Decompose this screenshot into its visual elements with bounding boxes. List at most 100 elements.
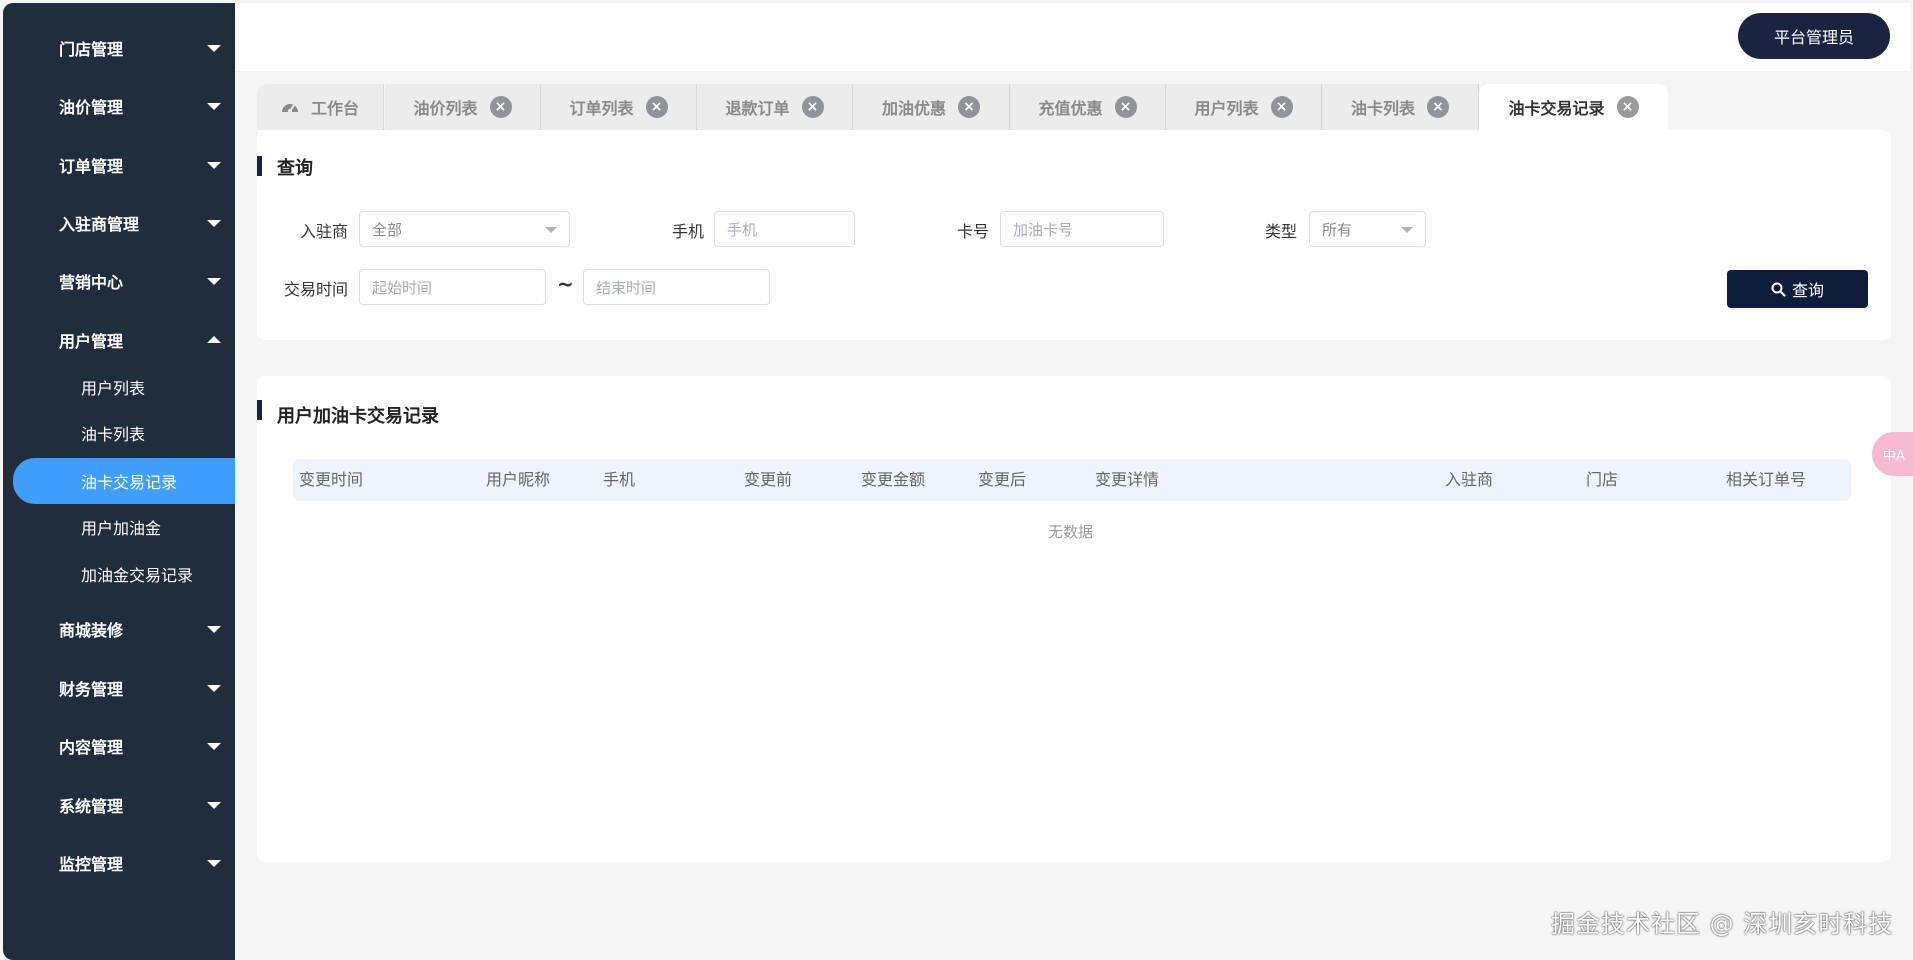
phone-placeholder: 手机 [727, 220, 758, 239]
search-button[interactable]: 查询 [1727, 270, 1868, 308]
sidebar-item-card-transactions[interactable]: 油卡交易记录 [13, 458, 235, 504]
tab-dashboard[interactable]: 工作台 [257, 84, 384, 130]
menu-label: 订单管理 [59, 157, 124, 176]
sidebar-item-label: 油卡交易记录 [81, 473, 178, 492]
menu-label: 财务管理 [59, 680, 124, 699]
tab-label: 工作台 [310, 99, 359, 118]
chevron-down-icon [207, 860, 221, 867]
sidebar-item-card-list[interactable]: 油卡列表 [3, 413, 235, 453]
chevron-down-icon [207, 743, 221, 750]
sidebar-item-fuel-credit-transactions[interactable]: 加油金交易记录 [3, 554, 235, 594]
tab-label: 订单列表 [569, 99, 634, 118]
close-icon[interactable]: × [1616, 96, 1639, 118]
menu-store[interactable]: 门店管理 [3, 28, 235, 68]
column-header: 变更后 [978, 470, 1027, 489]
chevron-down-icon [207, 626, 221, 633]
tab-user-list[interactable]: 用户列表 × [1166, 84, 1322, 130]
column-header: 变更金额 [861, 470, 926, 489]
admin-user-button[interactable]: 平台管理员 [1738, 13, 1890, 59]
menu-mall-decoration[interactable]: 商城装修 [3, 609, 235, 649]
merchant-selected-value: 全部 [372, 220, 403, 239]
menu-label: 监控管理 [59, 855, 124, 874]
menu-label: 入驻商管理 [59, 215, 140, 234]
dashboard-gauge-icon [281, 104, 298, 113]
chevron-down-icon [207, 685, 221, 692]
close-icon[interactable]: × [801, 96, 824, 118]
menu-finance[interactable]: 财务管理 [3, 668, 235, 708]
title-accent-bar [257, 156, 262, 176]
tab-order-list[interactable]: 订单列表 × [541, 84, 697, 130]
chevron-up-icon [207, 336, 221, 343]
tab-recharge-discounts[interactable]: 充值优惠 × [1010, 84, 1166, 130]
close-icon[interactable]: × [645, 96, 668, 118]
range-separator: ~ [557, 272, 574, 296]
merchant-select[interactable]: 全部 [359, 211, 570, 247]
empty-state: 无数据 [1048, 523, 1094, 541]
sidebar-item-user-list[interactable]: 用户列表 [3, 367, 235, 407]
menu-content[interactable]: 内容管理 [3, 726, 235, 766]
sidebar: 门店管理 油价管理 订单管理 入驻商管理 营销中心 用户管理 用户列表 油卡列表… [3, 3, 235, 960]
top-header [235, 3, 1910, 71]
end-placeholder: 结束时间 [596, 278, 657, 297]
menu-label: 营销中心 [59, 273, 124, 292]
tab-label: 退款订单 [725, 99, 790, 118]
sidebar-item-user-fuel-credit[interactable]: 用户加油金 [3, 507, 235, 547]
menu-orders[interactable]: 订单管理 [3, 145, 235, 185]
query-title: 查询 [277, 158, 313, 179]
type-select[interactable]: 所有 [1309, 211, 1426, 247]
column-header: 变更详情 [1095, 470, 1160, 489]
close-icon[interactable]: × [489, 96, 512, 118]
chevron-down-icon [1401, 227, 1413, 233]
tab-card-transactions[interactable]: 油卡交易记录 × [1479, 84, 1668, 130]
close-icon[interactable]: × [1270, 96, 1293, 118]
tab-refund-orders[interactable]: 退款订单 × [697, 84, 853, 130]
menu-merchants[interactable]: 入驻商管理 [3, 203, 235, 243]
menu-label: 内容管理 [59, 738, 124, 757]
chevron-down-icon [207, 220, 221, 227]
close-icon[interactable]: × [958, 96, 980, 118]
column-header: 入驻商 [1445, 470, 1494, 489]
tab-oil-price-list[interactable]: 油价列表 × [385, 84, 541, 130]
table-header: 变更时间 用户昵称 手机 变更前 变更金额 变更后 变更详情 入驻商 门店 相关… [293, 459, 1851, 501]
end-time-input[interactable]: 结束时间 [583, 269, 770, 305]
tab-fuel-discounts[interactable]: 加油优惠 × [853, 84, 1010, 130]
card-placeholder: 加油卡号 [1013, 220, 1074, 239]
sidebar-item-label: 用户列表 [81, 379, 146, 398]
tab-label: 充值优惠 [1038, 99, 1103, 118]
start-placeholder: 起始时间 [372, 278, 433, 297]
sidebar-item-label: 油卡列表 [81, 425, 146, 444]
menu-label: 油价管理 [59, 98, 124, 117]
records-title: 用户加油卡交易记录 [277, 406, 439, 427]
menu-users[interactable]: 用户管理 [3, 320, 235, 360]
column-header: 门店 [1586, 470, 1619, 489]
menu-label: 系统管理 [59, 797, 124, 816]
menu-label: 门店管理 [59, 40, 124, 59]
tab-label: 油价列表 [413, 99, 478, 118]
tab-label: 油卡交易记录 [1508, 99, 1605, 118]
menu-marketing[interactable]: 营销中心 [3, 261, 235, 301]
sidebar-item-label: 加油金交易记录 [81, 566, 194, 585]
tab-label: 加油优惠 [881, 99, 946, 118]
phone-label: 手机 [671, 222, 704, 241]
translate-icon[interactable]: 中A [1872, 432, 1913, 476]
chevron-down-icon [545, 227, 557, 233]
close-icon[interactable]: × [1427, 96, 1449, 118]
card-number-input[interactable]: 加油卡号 [1000, 211, 1164, 247]
chevron-down-icon [207, 802, 221, 809]
menu-system[interactable]: 系统管理 [3, 785, 235, 825]
menu-monitor[interactable]: 监控管理 [3, 843, 235, 883]
start-time-input[interactable]: 起始时间 [359, 269, 546, 305]
phone-input[interactable]: 手机 [714, 211, 855, 247]
chevron-down-icon [207, 162, 221, 169]
translate-label: 中A [1883, 448, 1905, 464]
watermark: 掘金技术社区 @ 深圳亥时科技 [1551, 910, 1894, 938]
chevron-down-icon [207, 45, 221, 52]
close-icon[interactable]: × [1114, 96, 1137, 118]
sidebar-item-label: 用户加油金 [81, 519, 162, 538]
type-selected-value: 所有 [1322, 220, 1353, 239]
tab-label: 油卡列表 [1350, 99, 1415, 118]
menu-oil-price[interactable]: 油价管理 [3, 86, 235, 126]
menu-label: 商城装修 [59, 621, 124, 640]
tab-card-list[interactable]: 油卡列表 × [1322, 84, 1479, 130]
column-header: 相关订单号 [1726, 470, 1807, 489]
